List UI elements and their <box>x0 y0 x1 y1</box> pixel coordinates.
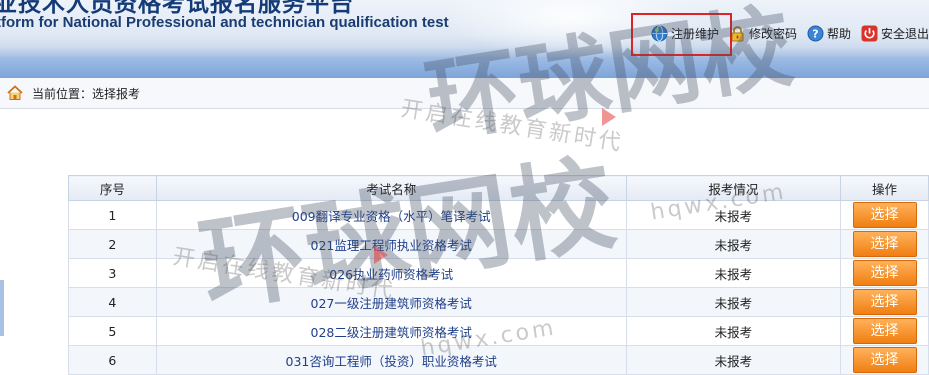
exam-status: 未报考 <box>625 287 842 317</box>
highlight-annotation-box <box>631 13 732 56</box>
header-band <box>0 57 929 78</box>
action-cell: 选择 <box>840 287 929 317</box>
action-cell: 选择 <box>840 229 929 259</box>
help-link[interactable]: ? 帮助 <box>807 25 851 42</box>
select-button[interactable]: 选择 <box>852 347 917 373</box>
header-banner: 业技术人员资格考试报名服务平台 tform for National Profe… <box>0 0 929 78</box>
power-icon <box>861 25 878 42</box>
exam-status: 未报考 <box>625 229 842 259</box>
svg-text:?: ? <box>812 27 818 40</box>
table-row: 2 021监理工程师执业资格考试 未报考 选择 <box>68 229 929 259</box>
select-button[interactable]: 选择 <box>852 202 917 228</box>
logout-link[interactable]: 安全退出 <box>861 25 929 42</box>
watermark-play-icon <box>602 108 616 126</box>
table-row: 6 031咨询工程师（投资）职业资格考试 未报考 选择 <box>68 345 929 375</box>
select-button[interactable]: 选择 <box>852 289 917 315</box>
table-header-row: 序号 考试名称 报考情况 操作 <box>68 175 929 201</box>
watermark-play-icon <box>374 246 388 264</box>
exam-status: 未报考 <box>625 316 842 346</box>
row-no: 2 <box>68 229 157 259</box>
platform-subtitle: tform for National Professional and tech… <box>0 14 449 31</box>
table-row: 4 027一级注册建筑师资格考试 未报考 选择 <box>68 287 929 317</box>
exam-table: 序号 考试名称 报考情况 操作 1 009翻译专业资格（水平）笔译考试 未报考 … <box>68 175 929 375</box>
exam-name: 009翻译专业资格（水平）笔译考试 <box>155 200 627 230</box>
col-header-status: 报考情况 <box>625 175 842 201</box>
exam-name: 031咨询工程师（投资）职业资格考试 <box>155 345 627 375</box>
exam-name: 026执业药师资格考试 <box>155 258 627 288</box>
select-button[interactable]: 选择 <box>852 260 917 286</box>
row-no: 6 <box>68 345 157 375</box>
col-header-no: 序号 <box>68 175 157 201</box>
action-cell: 选择 <box>840 200 929 230</box>
exam-status: 未报考 <box>625 200 842 230</box>
exam-name: 027一级注册建筑师资格考试 <box>155 287 627 317</box>
table-row: 3 026执业药师资格考试 未报考 选择 <box>68 258 929 288</box>
side-tab[interactable] <box>0 280 4 336</box>
help-label: 帮助 <box>826 26 851 41</box>
col-header-name: 考试名称 <box>155 175 627 201</box>
table-row: 1 009翻译专业资格（水平）笔译考试 未报考 选择 <box>68 200 929 230</box>
change-password-link[interactable]: 修改密码 <box>729 25 797 42</box>
exam-status: 未报考 <box>625 258 842 288</box>
home-icon <box>6 84 24 102</box>
row-no: 5 <box>68 316 157 346</box>
select-button[interactable]: 选择 <box>852 318 917 344</box>
exam-name: 021监理工程师执业资格考试 <box>155 229 627 259</box>
logout-label: 安全退出 <box>880 26 929 41</box>
help-icon: ? <box>807 25 824 42</box>
row-no: 4 <box>68 287 157 317</box>
exam-name: 028二级注册建筑师资格考试 <box>155 316 627 346</box>
action-cell: 选择 <box>840 316 929 346</box>
change-password-label: 修改密码 <box>748 26 797 41</box>
action-cell: 选择 <box>840 345 929 375</box>
row-no: 1 <box>68 200 157 230</box>
select-button[interactable]: 选择 <box>852 231 917 257</box>
breadcrumb: 当前位置：选择报考 <box>0 78 929 109</box>
action-cell: 选择 <box>840 258 929 288</box>
row-no: 3 <box>68 258 157 288</box>
col-header-action: 操作 <box>840 175 929 201</box>
table-row: 5 028二级注册建筑师资格考试 未报考 选择 <box>68 316 929 346</box>
exam-status: 未报考 <box>625 345 842 375</box>
breadcrumb-text: 当前位置：选择报考 <box>32 86 141 101</box>
